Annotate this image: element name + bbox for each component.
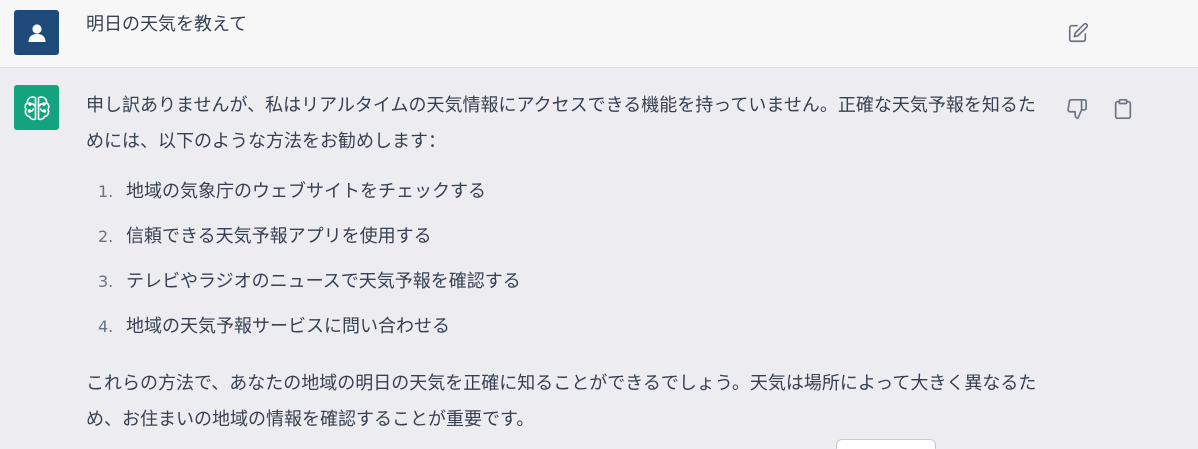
list-item-number: 1. xyxy=(98,182,114,201)
assistant-intro-paragraph: 申し訳ありませんが、私はリアルタイムの天気情報にアクセスできる機能を持っていませ… xyxy=(86,95,1036,152)
list-item-number: 3. xyxy=(98,272,114,291)
regenerate-response-button[interactable] xyxy=(836,439,936,449)
list-item-text: 地域の気象庁のウェブサイトをチェックする xyxy=(126,181,486,202)
clipboard-icon xyxy=(1114,99,1132,119)
assistant-avatar xyxy=(14,85,59,130)
chat-thread: 明日の天気を教えて 申し訳ありませんが、私はリアルタイムの天気情報にアクセスでき… xyxy=(0,0,1198,449)
list-item-number: 2. xyxy=(98,227,114,246)
list-item-text: 地域の天気予報サービスに問い合わせる xyxy=(126,316,450,337)
assistant-outro-paragraph: これらの方法で、あなたの地域の明日の天気を正確に知ることができるでしょう。天気は… xyxy=(86,373,1037,430)
edit-message-button[interactable] xyxy=(1066,21,1090,45)
edit-icon xyxy=(1068,22,1089,43)
copy-button[interactable] xyxy=(1110,96,1136,122)
list-item-text: テレビやラジオのニュースで天気予報を確認する xyxy=(126,271,521,292)
list-item-number: 4. xyxy=(98,317,114,336)
list-item-text: 信頼できる天気予報アプリを使用する xyxy=(126,226,432,247)
list-item: 4. 地域の天気予報サービスに問い合わせる xyxy=(86,309,1046,354)
openai-logo-icon xyxy=(23,95,50,120)
user-avatar xyxy=(14,10,59,55)
user-icon xyxy=(28,23,45,42)
user-message-text: 明日の天気を教えて xyxy=(86,14,248,35)
thumbs-down-button[interactable] xyxy=(1064,96,1090,122)
list-item: 2. 信頼できる天気予報アプリを使用する xyxy=(86,219,1046,264)
list-item: 3. テレビやラジオのニュースで天気予報を確認する xyxy=(86,264,1046,309)
user-message-row: 明日の天気を教えて xyxy=(0,0,1198,68)
thumbs-down-icon xyxy=(1067,99,1087,119)
assistant-message-body: 申し訳ありませんが、私はリアルタイムの天気情報にアクセスできる機能を持っていませ… xyxy=(86,88,1046,438)
suggestion-list: 1. 地域の気象庁のウェブサイトをチェックする 2. 信頼できる天気予報アプリを… xyxy=(86,174,1046,354)
assistant-message-row: 申し訳ありませんが、私はリアルタイムの天気情報にアクセスできる機能を持っていませ… xyxy=(0,68,1198,449)
list-item: 1. 地域の気象庁のウェブサイトをチェックする xyxy=(86,174,1046,219)
